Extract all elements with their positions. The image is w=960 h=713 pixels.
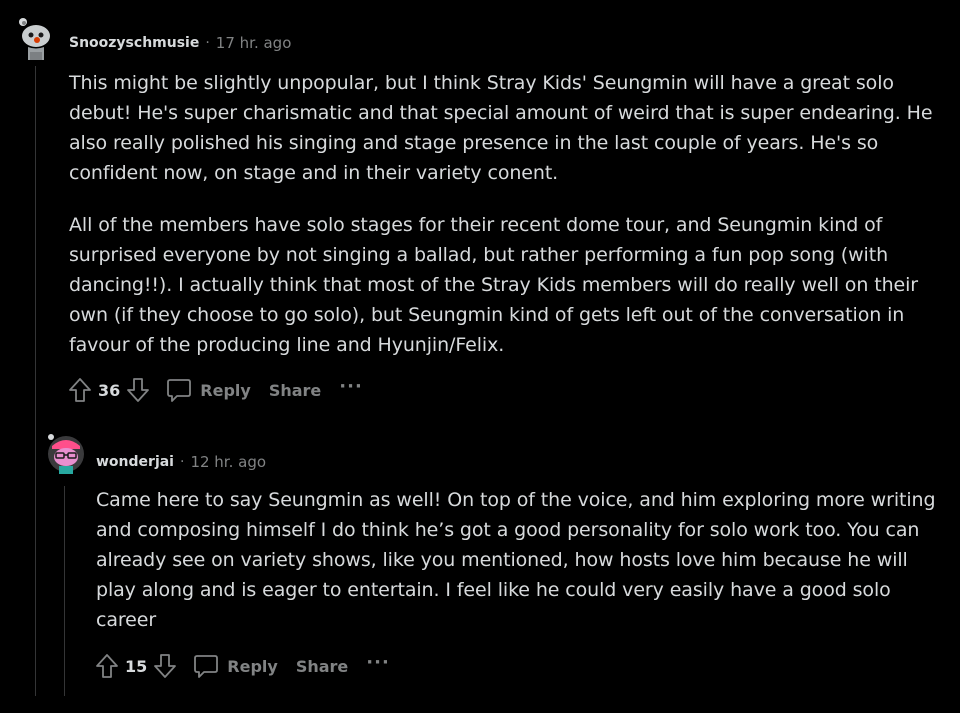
avatar[interactable] — [16, 16, 52, 60]
upvote-button[interactable] — [66, 375, 94, 405]
downvote-icon — [127, 378, 150, 402]
reply-button[interactable]: Reply — [166, 377, 251, 403]
timestamp[interactable]: 17 hr. ago — [216, 34, 292, 52]
comment-paragraph: This might be slightly unpopular, but I … — [69, 72, 933, 184]
reply-label: Reply — [200, 380, 251, 400]
comment-body: This might be slightly unpopular, but I … — [69, 68, 949, 360]
downvote-button[interactable] — [151, 651, 179, 681]
more-options-button[interactable]: ··· — [339, 378, 363, 396]
downvote-button[interactable] — [124, 375, 152, 405]
more-options-button[interactable]: ··· — [366, 654, 390, 672]
comment-paragraph: All of the members have solo stages for … — [69, 214, 918, 356]
downvote-icon — [154, 654, 177, 678]
username-link[interactable]: Snoozyschmusie — [69, 35, 199, 51]
reply-label: Reply — [227, 656, 278, 676]
upvote-icon — [69, 378, 91, 402]
comment-paragraph: Came here to say Seungmin as well! On to… — [96, 489, 936, 631]
vote-score: 15 — [125, 656, 148, 676]
comment-body: Came here to say Seungmin as well! On to… — [96, 485, 946, 635]
snoo-avatar-pink-icon — [48, 434, 84, 474]
share-button[interactable]: Share — [296, 657, 348, 676]
avatar[interactable] — [44, 432, 84, 474]
comment-1: Snoozyschmusie · 17 hr. ago This might b… — [0, 0, 960, 420]
comment-meta: wonderjai · 12 hr. ago — [96, 453, 266, 471]
snoo-avatar-gray-icon — [19, 18, 50, 60]
meta-separator: · — [205, 35, 210, 51]
upvote-icon — [96, 654, 118, 678]
comment-bubble-icon — [194, 655, 219, 678]
share-button[interactable]: Share — [269, 381, 321, 400]
comment-actions: 36 Reply Share ··· — [66, 374, 363, 406]
comment-2: wonderjai · 12 hr. ago Came here to say … — [0, 420, 960, 713]
vote-score: 36 — [98, 380, 121, 400]
comment-bubble-icon — [167, 379, 192, 402]
comment-actions: 15 Reply Share ··· — [93, 650, 390, 682]
upvote-button[interactable] — [93, 651, 121, 681]
username-link[interactable]: wonderjai — [96, 454, 174, 470]
timestamp[interactable]: 12 hr. ago — [190, 453, 266, 471]
reply-button[interactable]: Reply — [193, 653, 278, 679]
meta-separator: · — [179, 454, 185, 470]
comment-meta: Snoozyschmusie · 17 hr. ago — [69, 34, 291, 52]
